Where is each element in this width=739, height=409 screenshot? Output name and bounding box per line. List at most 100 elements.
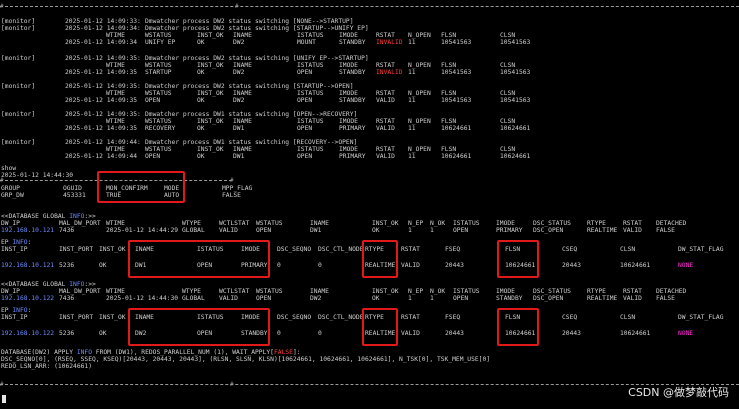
watch-header-inst-ok: INST_OK — [197, 32, 224, 39]
watch-row-imode: PRIMARY — [339, 125, 366, 132]
watch-header-n-open: N_OPEN — [408, 32, 431, 39]
watch-row-istatus: OPEN — [297, 97, 313, 104]
db-header-wtype: WTYPE — [182, 220, 201, 227]
watch-header-istatus: ISTATUS — [297, 32, 324, 39]
db-row-n-ok: 1 — [430, 227, 434, 234]
watch-header-istatus: ISTATUS — [297, 90, 324, 97]
watch-header-imode: IMODE — [339, 32, 358, 39]
highlight-box-rtype-rstat — [362, 308, 398, 346]
watch-header-clsn: CLSN — [500, 62, 516, 69]
db-header-wtype: WTYPE — [182, 288, 201, 295]
watch-header-clsn: CLSN — [500, 90, 516, 97]
db-header-istatus: ISTATUS — [453, 288, 480, 295]
watch-row-n-open: 11 — [408, 69, 416, 76]
separator-hash: # — [0, 3, 4, 10]
db-row-wstatus: OPEN — [256, 227, 272, 234]
watermark: CSDN @做梦敲代码 — [628, 386, 729, 399]
ep-title-suffix: : — [27, 239, 32, 246]
watch-row-flsn: 10541563 — [441, 69, 472, 76]
watch-header-wtime: WTIME — [106, 62, 125, 69]
db-row-imode: STANDBY — [496, 295, 523, 302]
watch-header-flsn: FLSN — [441, 146, 457, 153]
watch-header-iname: INAME — [233, 146, 252, 153]
ep-row-dsc-seqno: 0 — [277, 330, 281, 337]
watch-row-iname: DW1 — [233, 125, 245, 132]
db-row-detached: FALSE — [656, 295, 675, 302]
db-row-istatus: OPEN — [453, 295, 469, 302]
db-row-dw-ip: 192.168.10.121 — [1, 227, 55, 234]
ep-header-fseq: FSEQ — [445, 314, 461, 321]
ep-title-info: INFO — [12, 239, 28, 246]
db-row-wtype: GLOBAL — [182, 295, 205, 302]
db-header-inst-ok: INST_OK — [372, 220, 399, 227]
separator-hash: # — [230, 381, 234, 388]
watch-row-istatus: MOUNT — [297, 39, 316, 46]
db-header-n-ok: N_OK — [430, 288, 446, 295]
db-row-inst-ok: OK — [372, 295, 380, 302]
ep-header-dsc-seqno: DSC_SEQNO — [277, 246, 312, 253]
highlight-box-rtype-rstat — [362, 240, 398, 278]
ep-row-dw-stat-flag: NONE — [678, 262, 694, 269]
watch-header-inst-ok: INST_OK — [197, 62, 224, 69]
db-header-istatus: ISTATUS — [453, 220, 480, 227]
monitor-time: 2025-01-12 14:09:33: — [65, 18, 141, 25]
apply-info-word: INFO — [76, 349, 92, 356]
ep-header-clsn: CLSN — [620, 246, 636, 253]
watch-row-clsn: 10541563 — [500, 39, 531, 46]
separator-hash: # — [235, 3, 239, 10]
watch-row-wtime: 2025-01-12 14:09:35 — [65, 125, 138, 132]
watch-header-rstat: RSTAT — [376, 90, 395, 97]
database-title-suffix: :>> — [84, 213, 96, 220]
watch-row-flsn: 10541563 — [441, 39, 472, 46]
ep-row-cseq: 20443 — [562, 330, 581, 337]
db-header-inst-ok: INST_OK — [372, 288, 399, 295]
ep-row-fseq: 20443 — [445, 330, 464, 337]
db-header-wctlstat: WCTLSTAT — [219, 288, 250, 295]
ep-header-dw-stat-flag: DW_STAT_FLAG — [678, 246, 724, 253]
watch-header-imode: IMODE — [339, 90, 358, 97]
watch-header-wtime: WTIME — [106, 90, 125, 97]
watch-row-imode: PRIMARY — [339, 153, 366, 160]
monitor-tag: [monitor] — [1, 55, 36, 62]
watch-header-flsn: FLSN — [441, 62, 457, 69]
watch-header-imode: IMODE — [339, 118, 358, 125]
db-header-imode: IMODE — [496, 288, 515, 295]
watch-row-imode: STANDBY — [339, 39, 366, 46]
db-header-rstat: RSTAT — [623, 288, 642, 295]
db-row-wtype: GLOBAL — [182, 227, 205, 234]
watch-row-rstat: INVALID — [376, 39, 403, 46]
watch-row-iname: DW2 — [233, 39, 245, 46]
watch-header-istatus: ISTATUS — [297, 118, 324, 125]
monitor-time: 2025-01-12 14:09:35: — [65, 111, 141, 118]
db-row-rstat: VALID — [623, 227, 642, 234]
db-row-inst-ok: OK — [372, 227, 380, 234]
db-row-mal-dw-port: 7436 — [59, 227, 75, 234]
watch-row-clsn: 10624661 — [500, 125, 531, 132]
db-header-mal-dw-port: MAL_DW_PORT — [59, 288, 101, 295]
ep-header-inst-port: INST_PORT — [59, 314, 94, 321]
watch-row-imode: STANDBY — [339, 69, 366, 76]
group-row-oguid: 453331 — [63, 192, 86, 199]
database-title: <<DATABASE GLOBAL INFO:>> — [1, 213, 96, 220]
ep-row-clsn: 10624661 — [620, 262, 651, 269]
db-header-iname: INAME — [310, 288, 329, 295]
watch-header-wstatus: WSTATUS — [145, 118, 172, 125]
db-header-rstat: RSTAT — [623, 220, 642, 227]
watch-header-clsn: CLSN — [500, 32, 516, 39]
db-row-n-ok: 1 — [430, 295, 434, 302]
watch-header-iname: INAME — [233, 32, 252, 39]
monitor-time: 2025-01-12 14:09:34: — [65, 25, 141, 32]
ep-row-dsc-ctl-node: 0 — [318, 330, 322, 337]
ep-row-inst-ok: OK — [99, 262, 107, 269]
watch-row-wstatus: UNIFY EP — [145, 39, 176, 46]
apply-line-2: DSC_SEQNO[0], (RSEQ, SSEQ, KSEQ)[20443, … — [1, 356, 491, 363]
watch-header-clsn: CLSN — [500, 146, 516, 153]
highlight-box-instance-state — [128, 240, 270, 278]
watch-header-wtime: WTIME — [106, 146, 125, 153]
ep-title-prefix: EP — [1, 239, 13, 246]
db-header-n-ep: N_EP — [408, 220, 424, 227]
watch-header-rstat: RSTAT — [376, 32, 395, 39]
monitor-message: Dmwatcher process DW2 status switching [… — [145, 18, 354, 25]
watch-row-istatus: OPEN — [297, 125, 313, 132]
monitor-time: 2025-01-12 14:09:35: — [65, 83, 141, 90]
